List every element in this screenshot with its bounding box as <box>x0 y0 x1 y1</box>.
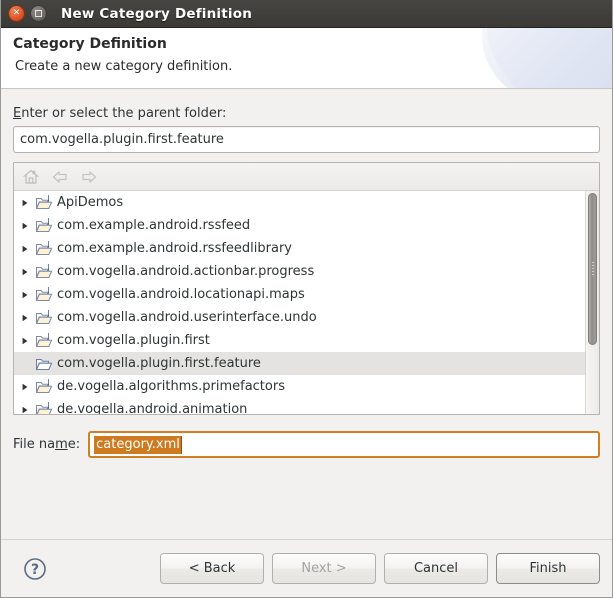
svg-text:?: ? <box>31 562 39 578</box>
svg-text:J: J <box>47 333 50 340</box>
parent-folder-label-mnemonic: E <box>13 106 22 121</box>
tree-row-label: ApiDemos <box>57 195 124 210</box>
tree-vertical-scrollbar[interactable] <box>585 191 599 414</box>
title-bar: ✕ New Category Definition <box>1 0 612 28</box>
back-button[interactable]: < Back <box>160 553 264 584</box>
tree-row-label: com.vogella.plugin.first <box>57 333 210 348</box>
tree-row[interactable]: J com.example.android.rssfeed <box>14 214 585 237</box>
expand-arrow-icon[interactable] <box>21 222 35 230</box>
java-project-folder-icon: J <box>35 264 53 280</box>
close-icon[interactable]: ✕ <box>8 5 25 22</box>
wizard-buttons: < Back Next > Cancel Finish <box>160 553 600 584</box>
filename-label-prefix: File na <box>13 437 56 452</box>
parent-folder-label-text: nter or select the parent folder: <box>21 106 227 121</box>
forward-icon[interactable] <box>80 168 98 186</box>
tree-row[interactable]: J com.vogella.android.locationapi.maps <box>14 283 585 306</box>
folder-icon <box>35 356 53 372</box>
wizard-header: Category Definition Create a new categor… <box>1 28 612 89</box>
tree-toolbar <box>14 163 599 191</box>
filename-input[interactable]: category.xml <box>88 431 600 458</box>
expand-arrow-icon[interactable] <box>21 291 35 299</box>
filename-row: File name: category.xml <box>13 431 600 458</box>
java-project-folder-icon: J <box>35 195 53 211</box>
home-icon[interactable] <box>22 168 40 186</box>
svg-text:J: J <box>47 218 50 225</box>
tree-row-label: de.vogella.android.animation <box>57 402 248 414</box>
tree-row-label: com.example.android.rssfeed <box>57 218 251 233</box>
java-project-folder-icon: J <box>35 402 53 414</box>
tree-row[interactable]: com.vogella.plugin.first.feature <box>14 352 585 375</box>
folder-tree-panel: J ApiDemos J com.example.android.rssfeed… <box>13 162 600 415</box>
java-project-folder-icon: J <box>35 310 53 326</box>
parent-folder-value: com.vogella.plugin.first.feature <box>20 132 224 147</box>
java-project-folder-icon: J <box>35 333 53 349</box>
tree-row-label: com.vogella.android.actionbar.progress <box>57 264 315 279</box>
page-subtitle: Create a new category definition. <box>15 59 233 74</box>
expand-arrow-icon[interactable] <box>21 268 35 276</box>
window-title: New Category Definition <box>61 5 253 22</box>
tree-list: J ApiDemos J com.example.android.rssfeed… <box>14 191 585 414</box>
parent-folder-label: Enter or select the parent folder: <box>13 89 600 126</box>
svg-text:J: J <box>47 241 50 248</box>
svg-text:J: J <box>47 379 50 386</box>
java-project-folder-icon: J <box>35 287 53 303</box>
tree-row[interactable]: J de.vogella.algorithms.primefactors <box>14 375 585 398</box>
finish-button[interactable]: Finish <box>496 553 600 584</box>
cancel-button[interactable]: Cancel <box>384 553 488 584</box>
svg-text:J: J <box>47 310 50 317</box>
svg-text:J: J <box>47 287 50 294</box>
next-button: Next > <box>272 553 376 584</box>
svg-text:J: J <box>47 264 50 271</box>
tree-row-label: com.vogella.android.locationapi.maps <box>57 287 305 302</box>
expand-arrow-icon[interactable] <box>21 199 35 207</box>
java-project-folder-icon: J <box>35 241 53 257</box>
tree-scroll-area: J ApiDemos J com.example.android.rssfeed… <box>14 191 599 414</box>
java-project-folder-icon: J <box>35 379 53 395</box>
back-icon[interactable] <box>51 168 69 186</box>
filename-label: File name: <box>13 437 80 452</box>
scrollbar-thumb[interactable] <box>588 193 597 345</box>
expand-arrow-icon[interactable] <box>21 406 35 414</box>
expand-arrow-icon[interactable] <box>21 383 35 391</box>
filename-value: category.xml <box>94 435 182 454</box>
dialog-body: Enter or select the parent folder: com.v… <box>1 89 612 458</box>
dialog-button-bar: ? < Back Next > Cancel Finish <box>1 539 612 597</box>
filename-label-suffix: e: <box>67 437 81 452</box>
filename-label-mnemonic: m <box>55 437 68 452</box>
java-project-folder-icon: J <box>35 218 53 234</box>
parent-folder-input[interactable]: com.vogella.plugin.first.feature <box>13 126 600 153</box>
tree-row-label: com.vogella.plugin.first.feature <box>57 356 261 371</box>
tree-row[interactable]: J ApiDemos <box>14 191 585 214</box>
help-icon[interactable]: ? <box>22 556 48 582</box>
page-title: Category Definition <box>13 36 167 52</box>
svg-text:J: J <box>47 195 50 202</box>
tree-row-label: com.vogella.android.userinterface.undo <box>57 310 317 325</box>
dialog-window: ✕ New Category Definition Category Defin… <box>0 0 613 598</box>
svg-text:J: J <box>47 402 50 409</box>
tree-row[interactable]: J de.vogella.android.animation <box>14 398 585 414</box>
maximize-icon[interactable] <box>30 5 47 22</box>
expand-arrow-icon[interactable] <box>21 314 35 322</box>
expand-arrow-icon[interactable] <box>21 337 35 345</box>
tree-row[interactable]: J com.vogella.android.actionbar.progress <box>14 260 585 283</box>
expand-arrow-icon[interactable] <box>21 245 35 253</box>
tree-row[interactable]: J com.example.android.rssfeedlibrary <box>14 237 585 260</box>
tree-row-label: com.example.android.rssfeedlibrary <box>57 241 292 256</box>
tree-row[interactable]: J com.vogella.plugin.first <box>14 329 585 352</box>
tree-row[interactable]: J com.vogella.android.userinterface.undo <box>14 306 585 329</box>
tree-row-label: de.vogella.algorithms.primefactors <box>57 379 285 394</box>
